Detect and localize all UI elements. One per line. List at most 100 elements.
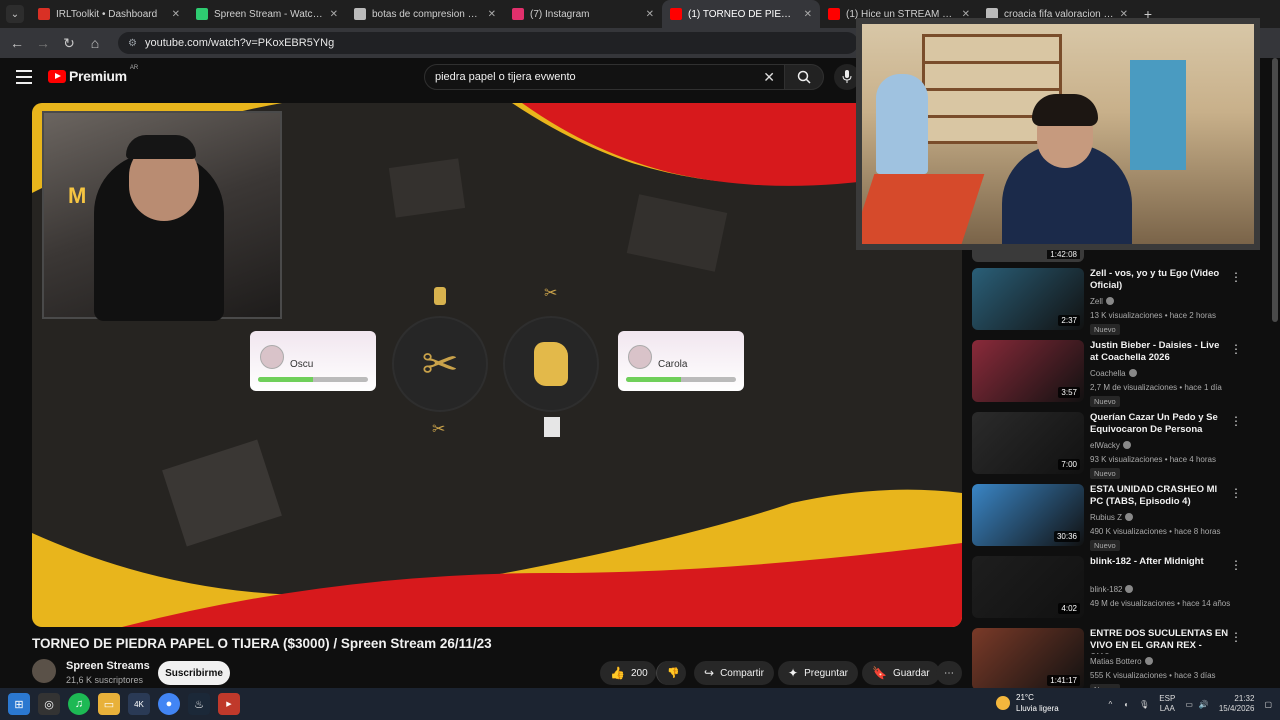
verified-icon — [1144, 657, 1153, 665]
steam-icon[interactable]: ♨ — [188, 693, 210, 715]
close-tab-icon[interactable]: ✕ — [804, 9, 812, 20]
language-indicator[interactable]: ESP LAA — [1159, 694, 1175, 714]
spotify-icon[interactable]: ♫ — [68, 693, 90, 715]
search-button[interactable] — [784, 64, 824, 90]
media-app-icon[interactable]: ▶ — [218, 693, 240, 715]
recommendation-title[interactable]: ENTRE DOS SUCULENTAS EN VIVO EN EL GRAN … — [1090, 628, 1230, 654]
new-badge: Nuevo — [1090, 540, 1120, 551]
recommendation-channel[interactable]: Matias Bottero — [1090, 657, 1153, 666]
menu-icon[interactable] — [16, 70, 32, 84]
youtube-play-icon — [48, 69, 66, 83]
url-field[interactable]: ⚙ youtube.com/watch?v=PKoxEBR5YNg — [118, 32, 858, 54]
network-icon[interactable]: ◐ — [1124, 700, 1129, 709]
back-arrow-icon[interactable]: ← — [6, 32, 28, 54]
recommendation-title[interactable]: Zell - vos, yo y tu Ego (Video Oficial) — [1090, 268, 1230, 292]
recommendation-title[interactable]: ESTA UNIDAD CRASHEO MI PC (TABS, Episodi… — [1090, 484, 1230, 508]
stream-overlay-window[interactable] — [856, 18, 1260, 250]
player-progress-fill — [626, 377, 681, 382]
recommendation-item[interactable]: 30:36 ESTA UNIDAD CRASHEO MI PC (TABS, Ep… — [972, 484, 1252, 551]
browser-tab[interactable]: Spreen Stream - Watch Live on ✕ — [188, 0, 346, 28]
ask-button[interactable]: ✦ Preguntar — [778, 661, 858, 685]
video-thumbnail[interactable]: 7:00 — [972, 412, 1084, 474]
more-actions-button[interactable]: ⋯ — [936, 661, 962, 685]
tab-title: (1) TORNEO DE PIEDRA PAPEL — [688, 8, 798, 20]
more-vertical-icon[interactable]: ⋮ — [1230, 270, 1242, 284]
share-button[interactable]: ↪ Compartir — [694, 661, 774, 685]
like-button[interactable]: 👍 200 — [600, 661, 656, 685]
recommendation-channel[interactable]: Coachella — [1090, 369, 1137, 378]
rug-decoration — [862, 174, 985, 244]
recommendation-item[interactable]: 7:00 Querían Cazar Un Pedo y Se Equivocar… — [972, 412, 1252, 479]
channel-avatar[interactable] — [32, 659, 56, 683]
subscribe-button[interactable]: Suscribirme — [158, 661, 230, 685]
video-thumbnail[interactable]: 4:02 — [972, 556, 1084, 618]
video-thumbnail[interactable]: 2:37 — [972, 268, 1084, 330]
notification-icon[interactable]: ▢ — [1264, 700, 1272, 709]
clock[interactable]: 21:32 15/4/2026 — [1219, 694, 1255, 714]
recommendation-item[interactable]: 2:37 Zell - vos, yo y tu Ego (Video Ofici… — [972, 268, 1252, 335]
browser-tab[interactable]: botas de compresion COMO F ✕ — [346, 0, 504, 28]
microphone-tray-icon[interactable]: 🎙 — [1139, 700, 1149, 709]
volume-icon[interactable]: 🔊 — [1199, 700, 1209, 709]
reload-icon[interactable]: ↻ — [58, 32, 80, 54]
neon-sign-decoration: M — [68, 183, 87, 208]
save-button[interactable]: 🔖 Guardar — [862, 661, 940, 685]
lang-code: ESP — [1159, 694, 1176, 703]
more-vertical-icon[interactable]: ⋮ — [1230, 558, 1242, 572]
recommendation-title[interactable]: blink-182 - After Midnight — [1090, 556, 1230, 568]
recommendation-title[interactable]: Justin Bieber - Daisies - Live at Coache… — [1090, 340, 1230, 364]
more-vertical-icon[interactable]: ⋮ — [1230, 342, 1242, 356]
close-tab-icon[interactable]: ✕ — [646, 9, 654, 20]
page-scrollbar[interactable] — [1272, 58, 1278, 688]
more-vertical-icon[interactable]: ⋮ — [1230, 414, 1242, 428]
recommendation-title[interactable]: Querían Cazar Un Pedo y Se Equivocaron D… — [1090, 412, 1230, 436]
clear-search-icon[interactable]: ✕ — [763, 69, 775, 86]
recommendation-item[interactable]: 3:57 Justin Bieber - Daisies - Live at Co… — [972, 340, 1252, 407]
subscriber-count: 21,6 K suscriptores — [66, 675, 144, 685]
video-player[interactable]: M Oscu ✂ ✂ ✂ Carola — [32, 103, 962, 627]
recommendation-item[interactable]: 4:02 blink-182 - After Midnight blink-182 4… — [972, 556, 1252, 620]
scissors-icon: ✂ — [421, 339, 459, 389]
video-thumbnail[interactable]: 30:36 — [972, 484, 1084, 546]
tab-title: botas de compresion COMO F — [372, 8, 482, 20]
recommendation-channel[interactable]: Rubius Z — [1090, 513, 1134, 522]
video-thumbnail[interactable]: 3:57 — [972, 340, 1084, 402]
scrollbar-thumb[interactable] — [1272, 58, 1278, 322]
browser-tab[interactable]: (1) TORNEO DE PIEDRA PAPEL ✕ — [662, 0, 820, 28]
tab-search-button[interactable]: ⌄ — [6, 5, 24, 23]
youtube-logo[interactable]: Premium AR — [48, 65, 138, 84]
sparkle-icon: ✦ — [788, 666, 799, 680]
4k-downloader-icon[interactable]: 4K — [128, 693, 150, 715]
recommendation-channel[interactable]: Zell — [1090, 297, 1114, 306]
dislike-button[interactable]: 👎 — [656, 661, 686, 685]
search-input[interactable]: piedra papel o tijera evwento ✕ — [424, 64, 786, 90]
streamer-hair — [1032, 94, 1098, 126]
video-thumbnail[interactable]: 1:41:17 — [972, 628, 1084, 690]
close-tab-icon[interactable]: ✕ — [488, 9, 496, 20]
more-vertical-icon[interactable]: ⋮ — [1230, 630, 1242, 644]
windows-start-icon[interactable]: ⊞ — [8, 693, 30, 715]
recommendation-channel[interactable]: elWacky — [1090, 441, 1131, 450]
upload-age: hace 4 horas — [1169, 455, 1216, 464]
recommendation-item[interactable]: 1:41:17 ENTRE DOS SUCULENTAS EN VIVO EN E… — [972, 628, 1252, 695]
tab-favicon-icon — [196, 8, 208, 20]
home-icon[interactable]: ⌂ — [84, 32, 106, 54]
duration-badge: 7:00 — [1058, 459, 1080, 470]
browser-tab[interactable]: IRLToolkit • Dashboard ✕ — [30, 0, 188, 28]
more-vertical-icon[interactable]: ⋮ — [1230, 486, 1242, 500]
weather-widget[interactable]: 21°C Lluvia ligera — [996, 692, 1059, 714]
file-explorer-icon[interactable]: ▭ — [98, 693, 120, 715]
site-info-icon[interactable]: ⚙ — [128, 38, 137, 49]
channel-name[interactable]: Spreen Streams — [66, 660, 150, 672]
forward-arrow-icon[interactable]: → — [32, 32, 54, 54]
display-icon[interactable]: ▭ — [1185, 700, 1193, 709]
chrome-icon[interactable]: ● — [158, 693, 180, 715]
app-icon[interactable]: ◎ — [38, 693, 60, 715]
tray-chevron-icon[interactable]: ^ — [1109, 700, 1113, 709]
browser-tab[interactable]: (7) Instagram ✕ — [504, 0, 662, 28]
close-tab-icon[interactable]: ✕ — [172, 9, 180, 20]
partial-recommendation-thumbnail[interactable]: 1:42:08 — [972, 248, 1084, 262]
weather-temp: 21°C — [1016, 693, 1034, 702]
recommendation-channel[interactable]: blink-182 — [1090, 585, 1134, 594]
close-tab-icon[interactable]: ✕ — [330, 9, 338, 20]
